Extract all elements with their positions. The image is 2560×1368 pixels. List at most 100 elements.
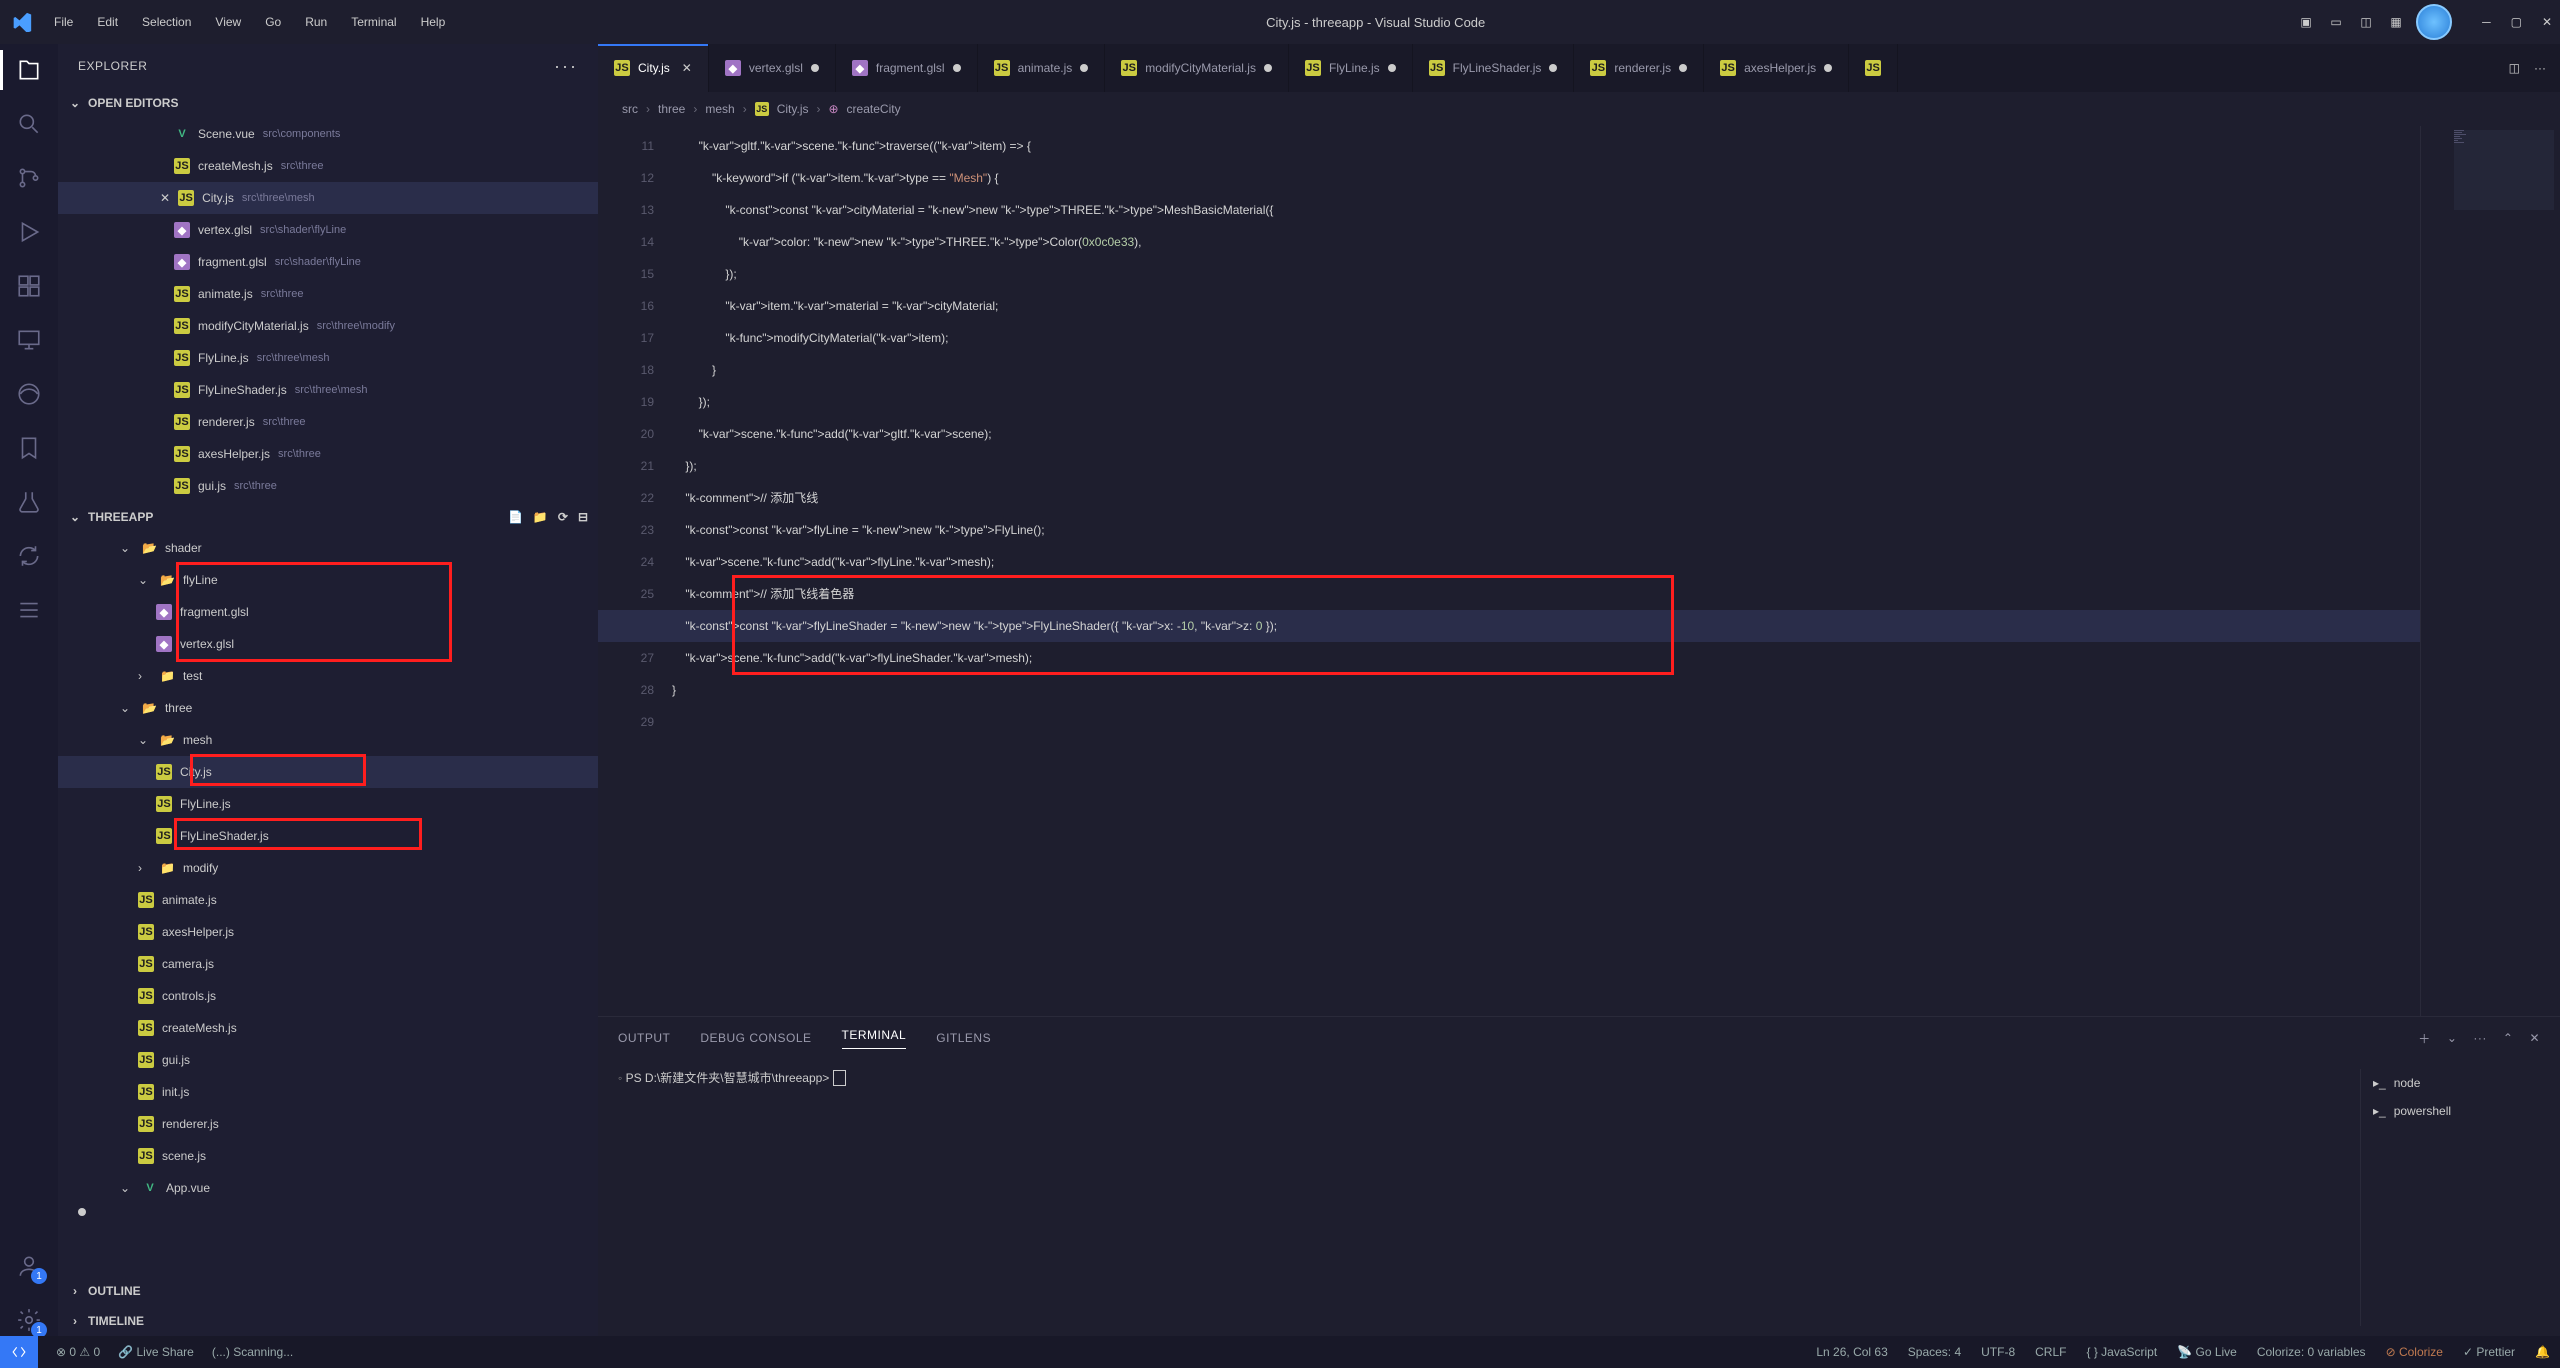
file-controls[interactable]: JScontrols.js — [58, 980, 598, 1012]
folder-modify[interactable]: ›📁modify — [58, 852, 598, 884]
timeline-header[interactable]: ›TIMELINE — [58, 1306, 598, 1336]
open-editor-item[interactable]: JSmodifyCityMaterial.jssrc\three\modify — [58, 310, 598, 342]
panel-tab-output[interactable]: OUTPUT — [618, 1031, 670, 1045]
toggle-panel-icon[interactable]: ▭ — [2326, 12, 2346, 32]
file-city[interactable]: JSCity.js — [58, 756, 598, 788]
extensions-icon[interactable] — [13, 270, 45, 302]
sidebar-more-icon[interactable]: ··· — [554, 56, 578, 77]
panel-tab-terminal[interactable]: TERMINAL — [842, 1028, 907, 1049]
open-editor-item[interactable]: JSFlyLineShader.jssrc\three\mesh — [58, 374, 598, 406]
breadcrumb[interactable]: src› three› mesh› JSCity.js› ⊕createCity — [598, 92, 2560, 126]
file-flylineshader[interactable]: JSFlyLineShader.js — [58, 820, 598, 852]
open-editor-item[interactable]: JSgui.jssrc\three — [58, 470, 598, 502]
sync-icon[interactable] — [13, 540, 45, 572]
source-control-icon[interactable] — [13, 162, 45, 194]
open-editors-header[interactable]: ⌄ OPEN EDITORS — [58, 88, 598, 118]
menu-terminal[interactable]: Terminal — [341, 11, 406, 33]
file-axes[interactable]: JSaxesHelper.js — [58, 916, 598, 948]
open-editor-item[interactable]: ✕JSCity.jssrc\three\mesh — [58, 182, 598, 214]
file-vertex[interactable]: ◆vertex.glsl — [58, 628, 598, 660]
open-editor-item[interactable]: ◆vertex.glslsrc\shader\flyLine — [58, 214, 598, 246]
outline-header[interactable]: ›OUTLINE — [58, 1276, 598, 1306]
edge-icon[interactable] — [13, 378, 45, 410]
file-init[interactable]: JSinit.js — [58, 1076, 598, 1108]
go-live[interactable]: 📡 Go Live — [2177, 1345, 2237, 1359]
folder-three[interactable]: ⌄📂three — [58, 692, 598, 724]
remote-explorer-icon[interactable] — [13, 324, 45, 356]
toggle-secondary-sidebar-icon[interactable]: ◫ — [2356, 12, 2376, 32]
code-content[interactable]: "k-var">gltf."k-var">scene."k-func">trav… — [672, 126, 2420, 1016]
maximize-icon[interactable]: ▢ — [2511, 15, 2522, 29]
live-share[interactable]: 🔗 Live Share — [118, 1345, 194, 1359]
file-gui[interactable]: JSgui.js — [58, 1044, 598, 1076]
language-mode[interactable]: { } JavaScript — [2086, 1345, 2157, 1359]
search-icon[interactable] — [13, 108, 45, 140]
tab-modify[interactable]: JSmodifyCityMaterial.js — [1105, 44, 1289, 92]
new-file-icon[interactable]: 📄 — [508, 510, 523, 524]
cursor-position[interactable]: Ln 26, Col 63 — [1816, 1345, 1887, 1359]
close-icon[interactable]: ✕ — [160, 191, 170, 205]
menu-run[interactable]: Run — [295, 11, 337, 33]
terminal-process-powershell[interactable]: ▸_powershell — [2373, 1097, 2540, 1125]
explorer-icon[interactable] — [13, 54, 45, 86]
file-animate[interactable]: JSanimate.js — [58, 884, 598, 916]
tab-vertex[interactable]: ◆vertex.glsl — [709, 44, 836, 92]
indentation[interactable]: Spaces: 4 — [1908, 1345, 1961, 1359]
avatar[interactable] — [2416, 4, 2452, 40]
terminal[interactable]: ◦ PS D:\新建文件夹\智慧城市\threeapp> ▸_node ▸_po… — [598, 1059, 2560, 1336]
colorize-vars[interactable]: Colorize: 0 variables — [2257, 1345, 2366, 1359]
file-createmesh[interactable]: JScreateMesh.js — [58, 1012, 598, 1044]
folder-flyline[interactable]: ⌄📂flyLine — [58, 564, 598, 596]
tab-axes[interactable]: JSaxesHelper.js — [1704, 44, 1849, 92]
tab-fragment[interactable]: ◆fragment.glsl — [836, 44, 978, 92]
project-header[interactable]: ⌄ THREEAPP 📄 📁 ⟳ ⊟ — [58, 502, 598, 532]
new-terminal-icon[interactable]: ＋ — [2418, 1030, 2431, 1047]
tab-more[interactable]: JS — [1849, 44, 1898, 92]
new-folder-icon[interactable]: 📁 — [533, 510, 548, 524]
panel-tab-gitlens[interactable]: GITLENS — [936, 1031, 991, 1045]
open-editor-item[interactable]: JSaxesHelper.jssrc\three — [58, 438, 598, 470]
list-icon[interactable] — [13, 594, 45, 626]
minimap[interactable]: ▬▬▬▬▬▬▬▬▬▬▬▬▬▬▬▬▬▬▬▬▬▬▬▬▬▬▬▬▬ — [2420, 126, 2560, 1016]
open-editor-item[interactable]: JSanimate.jssrc\three — [58, 278, 598, 310]
folder-shader[interactable]: ⌄📂shader — [58, 532, 598, 564]
menu-file[interactable]: File — [44, 11, 83, 33]
file-camera[interactable]: JScamera.js — [58, 948, 598, 980]
settings-icon[interactable]: 1 — [13, 1304, 45, 1336]
tab-flyline[interactable]: JSFlyLine.js — [1289, 44, 1413, 92]
file-scene[interactable]: JSscene.js — [58, 1140, 598, 1172]
close-icon[interactable]: ✕ — [682, 61, 692, 75]
maximize-panel-icon[interactable]: ⌃ — [2503, 1031, 2514, 1045]
terminal-process-node[interactable]: ▸_node — [2373, 1069, 2540, 1097]
errors-count[interactable]: ⊗ 0 ⚠ 0 — [56, 1345, 100, 1359]
file-app[interactable]: ⌄VApp.vue — [58, 1172, 598, 1204]
close-icon[interactable]: ✕ — [2542, 15, 2552, 29]
bookmarks-icon[interactable] — [13, 432, 45, 464]
code-area[interactable]: 11121314151617181920212223242526272829 "… — [598, 126, 2560, 1016]
close-panel-icon[interactable]: ✕ — [2529, 1031, 2540, 1045]
accounts-icon[interactable]: 1 — [13, 1250, 45, 1282]
menu-view[interactable]: View — [205, 11, 251, 33]
menu-edit[interactable]: Edit — [87, 11, 128, 33]
notifications-icon[interactable]: 🔔 — [2535, 1345, 2550, 1359]
minimize-icon[interactable]: ─ — [2482, 15, 2491, 29]
file-renderer[interactable]: JSrenderer.js — [58, 1108, 598, 1140]
eol[interactable]: CRLF — [2035, 1345, 2066, 1359]
folder-test[interactable]: ›📁test — [58, 660, 598, 692]
run-debug-icon[interactable] — [13, 216, 45, 248]
panel-tab-debug[interactable]: DEBUG CONSOLE — [700, 1031, 811, 1045]
more-actions-icon[interactable]: ··· — [2534, 61, 2546, 75]
prettier-status[interactable]: ✓ Prettier — [2463, 1345, 2515, 1359]
tab-renderer[interactable]: JSrenderer.js — [1574, 44, 1704, 92]
remote-indicator[interactable] — [0, 1336, 38, 1368]
split-editor-icon[interactable]: ◫ — [2509, 61, 2520, 75]
customize-layout-icon[interactable]: ▦ — [2386, 12, 2406, 32]
open-editor-item[interactable]: ◆fragment.glslsrc\shader\flyLine — [58, 246, 598, 278]
menu-selection[interactable]: Selection — [132, 11, 201, 33]
file-flyline[interactable]: JSFlyLine.js — [58, 788, 598, 820]
tab-flylineshader[interactable]: JSFlyLineShader.js — [1413, 44, 1575, 92]
file-fragment[interactable]: ◆fragment.glsl — [58, 596, 598, 628]
open-editor-item[interactable]: VScene.vuesrc\components — [58, 118, 598, 150]
tab-city[interactable]: JSCity.js✕ — [598, 44, 709, 92]
open-editor-item[interactable]: JSFlyLine.jssrc\three\mesh — [58, 342, 598, 374]
